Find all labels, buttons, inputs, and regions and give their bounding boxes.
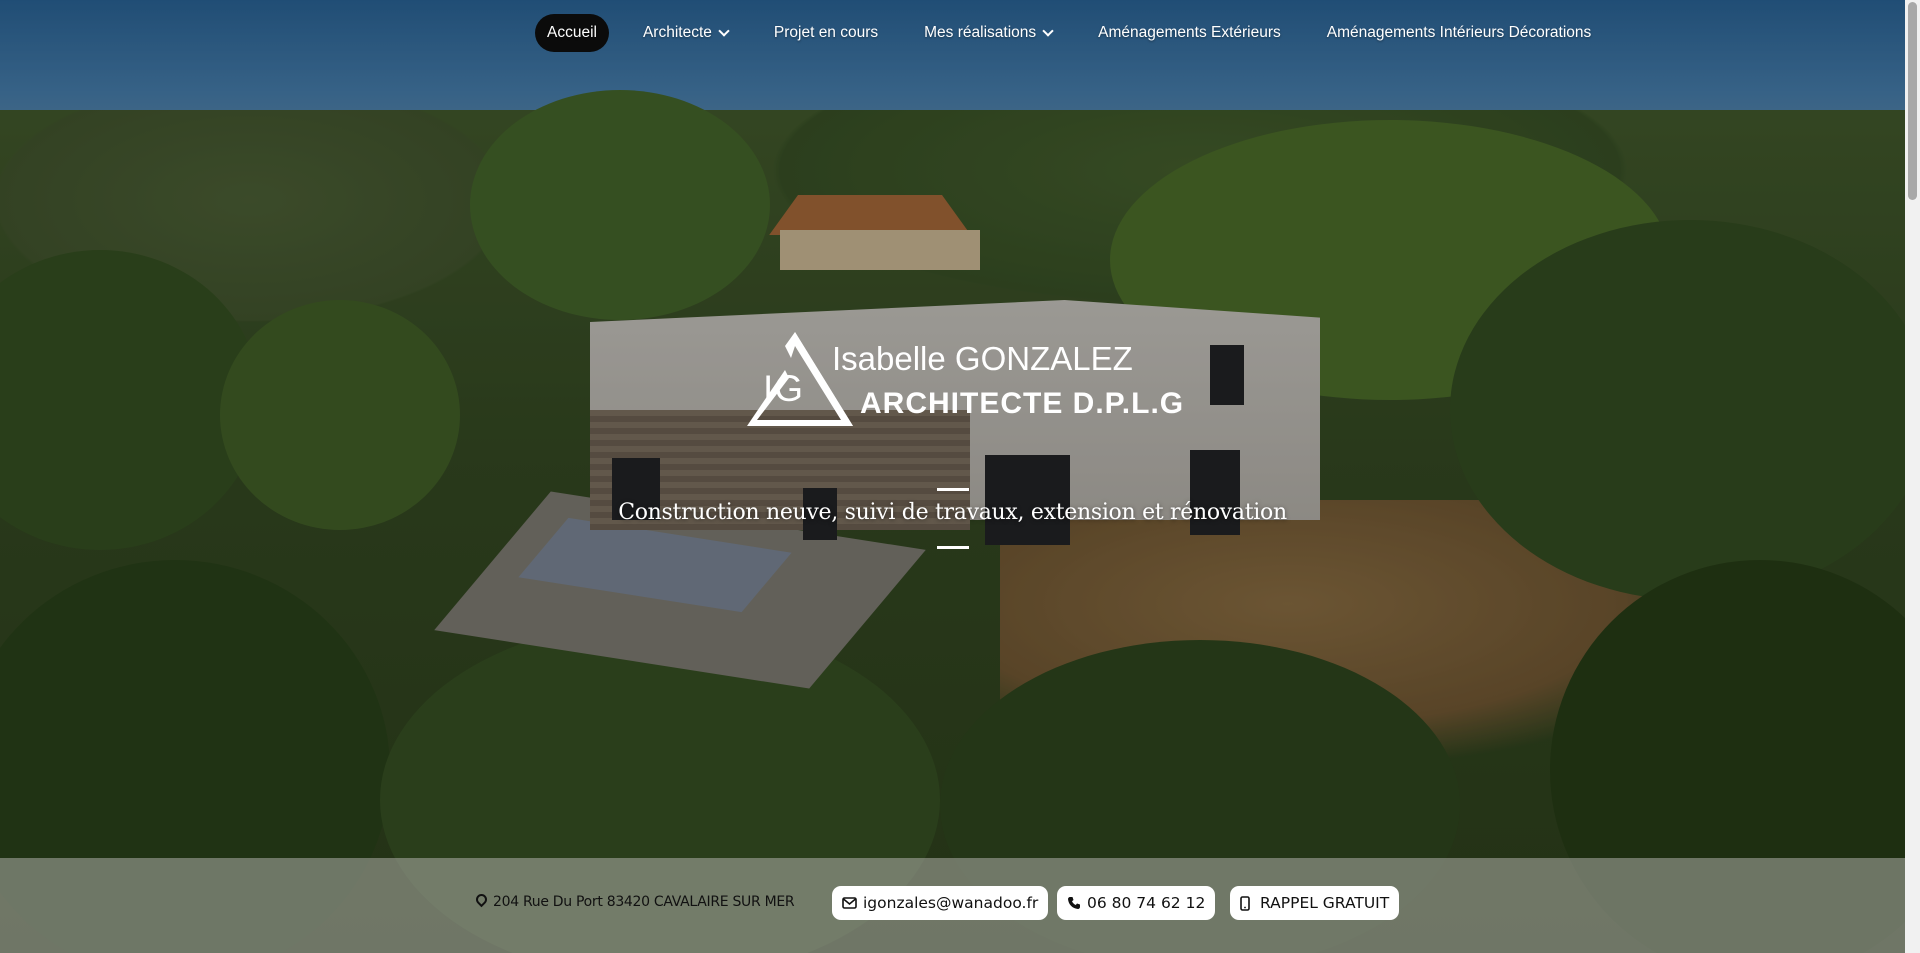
nav-item-projet-en-cours[interactable]: Projet en cours [762,14,890,52]
nav-item-label: Aménagements Extérieurs [1098,24,1281,41]
email-text: igonzales@wanadoo.fr [863,894,1039,912]
nav-item-label: Aménagements Intérieurs Décorations [1326,24,1592,41]
divider [937,546,969,549]
nav-item-amenagements-interieurs[interactable]: Aménagements Intérieurs Décorations [1315,14,1604,52]
scrollbar-thumb[interactable] [1908,2,1917,200]
phone-icon [1068,897,1080,909]
hero-background-image [0,0,1920,953]
nav-item-label: Architecte [642,24,712,41]
email-button[interactable]: igonzales@wanadoo.fr [832,886,1049,920]
logo-initials: IG [763,368,805,409]
phone-text: 06 80 74 62 12 [1087,894,1206,912]
nav-item-amenagements-exterieurs[interactable]: Aménagements Extérieurs [1086,14,1293,52]
site-logo[interactable]: IG Isabelle GONZALEZ ARCHITECTE D.P.L.G [745,330,1183,430]
phone-button[interactable]: 06 80 74 62 12 [1057,886,1216,920]
callback-text: RAPPEL GRATUIT [1260,894,1390,912]
divider [937,488,969,491]
hero-tagline: Construction neuve, suivi de travaux, ex… [618,500,1287,525]
nav-item-label: Mes réalisations [924,24,1037,41]
address: 204 Rue Du Port 83420 CAVALAIRE SUR MER [473,891,795,910]
dark-overlay [0,0,1920,953]
mobile-phone-icon [1240,895,1250,911]
nav-item-label: Projet en cours [773,24,879,41]
nav-item-mes-realisations[interactable]: Mes réalisations [912,14,1064,52]
logo-name: Isabelle GONZALEZ [832,340,1133,377]
contact-row: 204 Rue Du Port 83420 CAVALAIRE SUR MER … [0,886,1905,920]
envelope-icon [842,897,857,909]
address-text: 204 Rue Du Port 83420 CAVALAIRE SUR MER [493,894,795,910]
nav-item-accueil[interactable]: Accueil [535,14,609,52]
map-pin-icon [473,891,490,908]
chevron-down-icon [1042,25,1054,37]
nav-item-architecte[interactable]: Architecte [631,14,740,52]
page-scrollbar[interactable] [1905,0,1920,953]
chevron-down-icon [718,25,730,37]
callback-button[interactable]: RAPPEL GRATUIT [1230,886,1400,920]
main-navigation: Accueil Architecte Projet en cours Mes r… [535,14,1625,52]
logo-title: ARCHITECTE D.P.L.G [860,387,1185,420]
nav-item-label: Accueil [547,24,597,41]
